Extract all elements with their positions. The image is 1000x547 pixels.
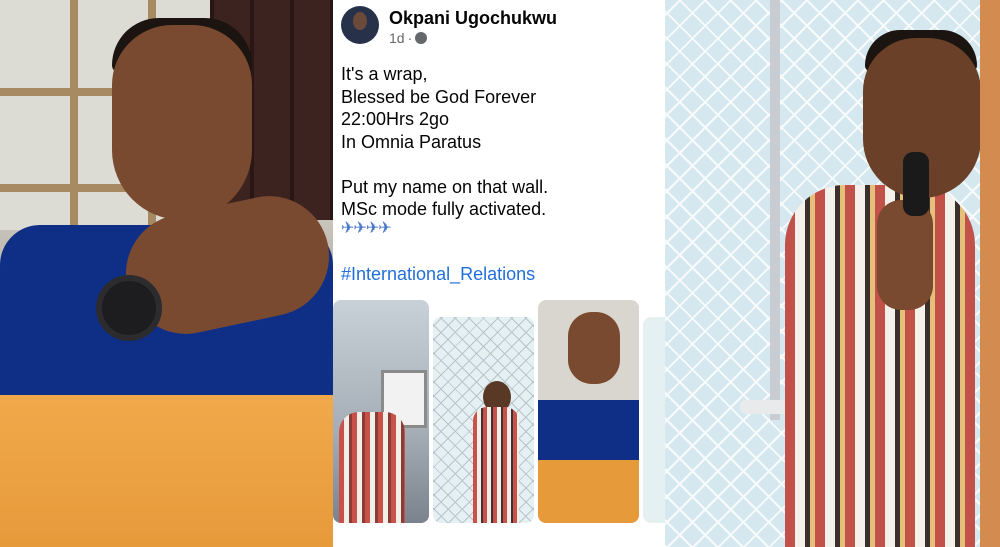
avatar[interactable] bbox=[341, 6, 379, 44]
face bbox=[568, 312, 620, 384]
left-photo bbox=[0, 0, 333, 547]
globe-icon bbox=[415, 32, 428, 44]
photo-thumbnail[interactable] bbox=[538, 300, 639, 523]
post-body: It's a wrap, Blessed be God Forever 22:0… bbox=[341, 63, 659, 221]
striped-shirt bbox=[339, 412, 405, 523]
orange-wall bbox=[980, 0, 1000, 547]
photo-thumbnail[interactable] bbox=[433, 317, 534, 523]
face bbox=[112, 25, 252, 220]
orange-pillow bbox=[0, 395, 333, 547]
post-line: Blessed be God Forever bbox=[341, 86, 537, 107]
meta-separator: · bbox=[407, 30, 413, 46]
pipe bbox=[770, 0, 780, 420]
right-photo bbox=[665, 0, 1000, 547]
hand bbox=[877, 200, 933, 310]
post-line: Put my name on that wall. bbox=[341, 176, 549, 197]
hashtag-link[interactable]: #International_Relations bbox=[341, 264, 535, 285]
post-line-blank bbox=[341, 153, 659, 176]
photo-thumbnail[interactable] bbox=[333, 300, 429, 523]
orange-pillow bbox=[538, 460, 639, 523]
striped-shirt bbox=[473, 407, 519, 523]
post-line: 22:00Hrs 2go bbox=[341, 109, 450, 129]
facebook-post: Okpani Ugochukwu 1d · It's a wrap, Bless… bbox=[333, 0, 665, 547]
microphone bbox=[903, 152, 929, 216]
author-name[interactable]: Okpani Ugochukwu bbox=[389, 8, 557, 29]
wristwatch bbox=[96, 275, 162, 341]
post-line: It's a wrap, bbox=[341, 64, 428, 84]
post-meta: 1d · bbox=[389, 30, 428, 46]
post-line: In Omnia Paratus bbox=[341, 131, 482, 152]
post-timestamp[interactable]: 1d bbox=[389, 30, 405, 46]
photo-thumbnail[interactable] bbox=[643, 317, 665, 523]
airplane-icon: ✈✈✈✈ bbox=[341, 220, 392, 237]
